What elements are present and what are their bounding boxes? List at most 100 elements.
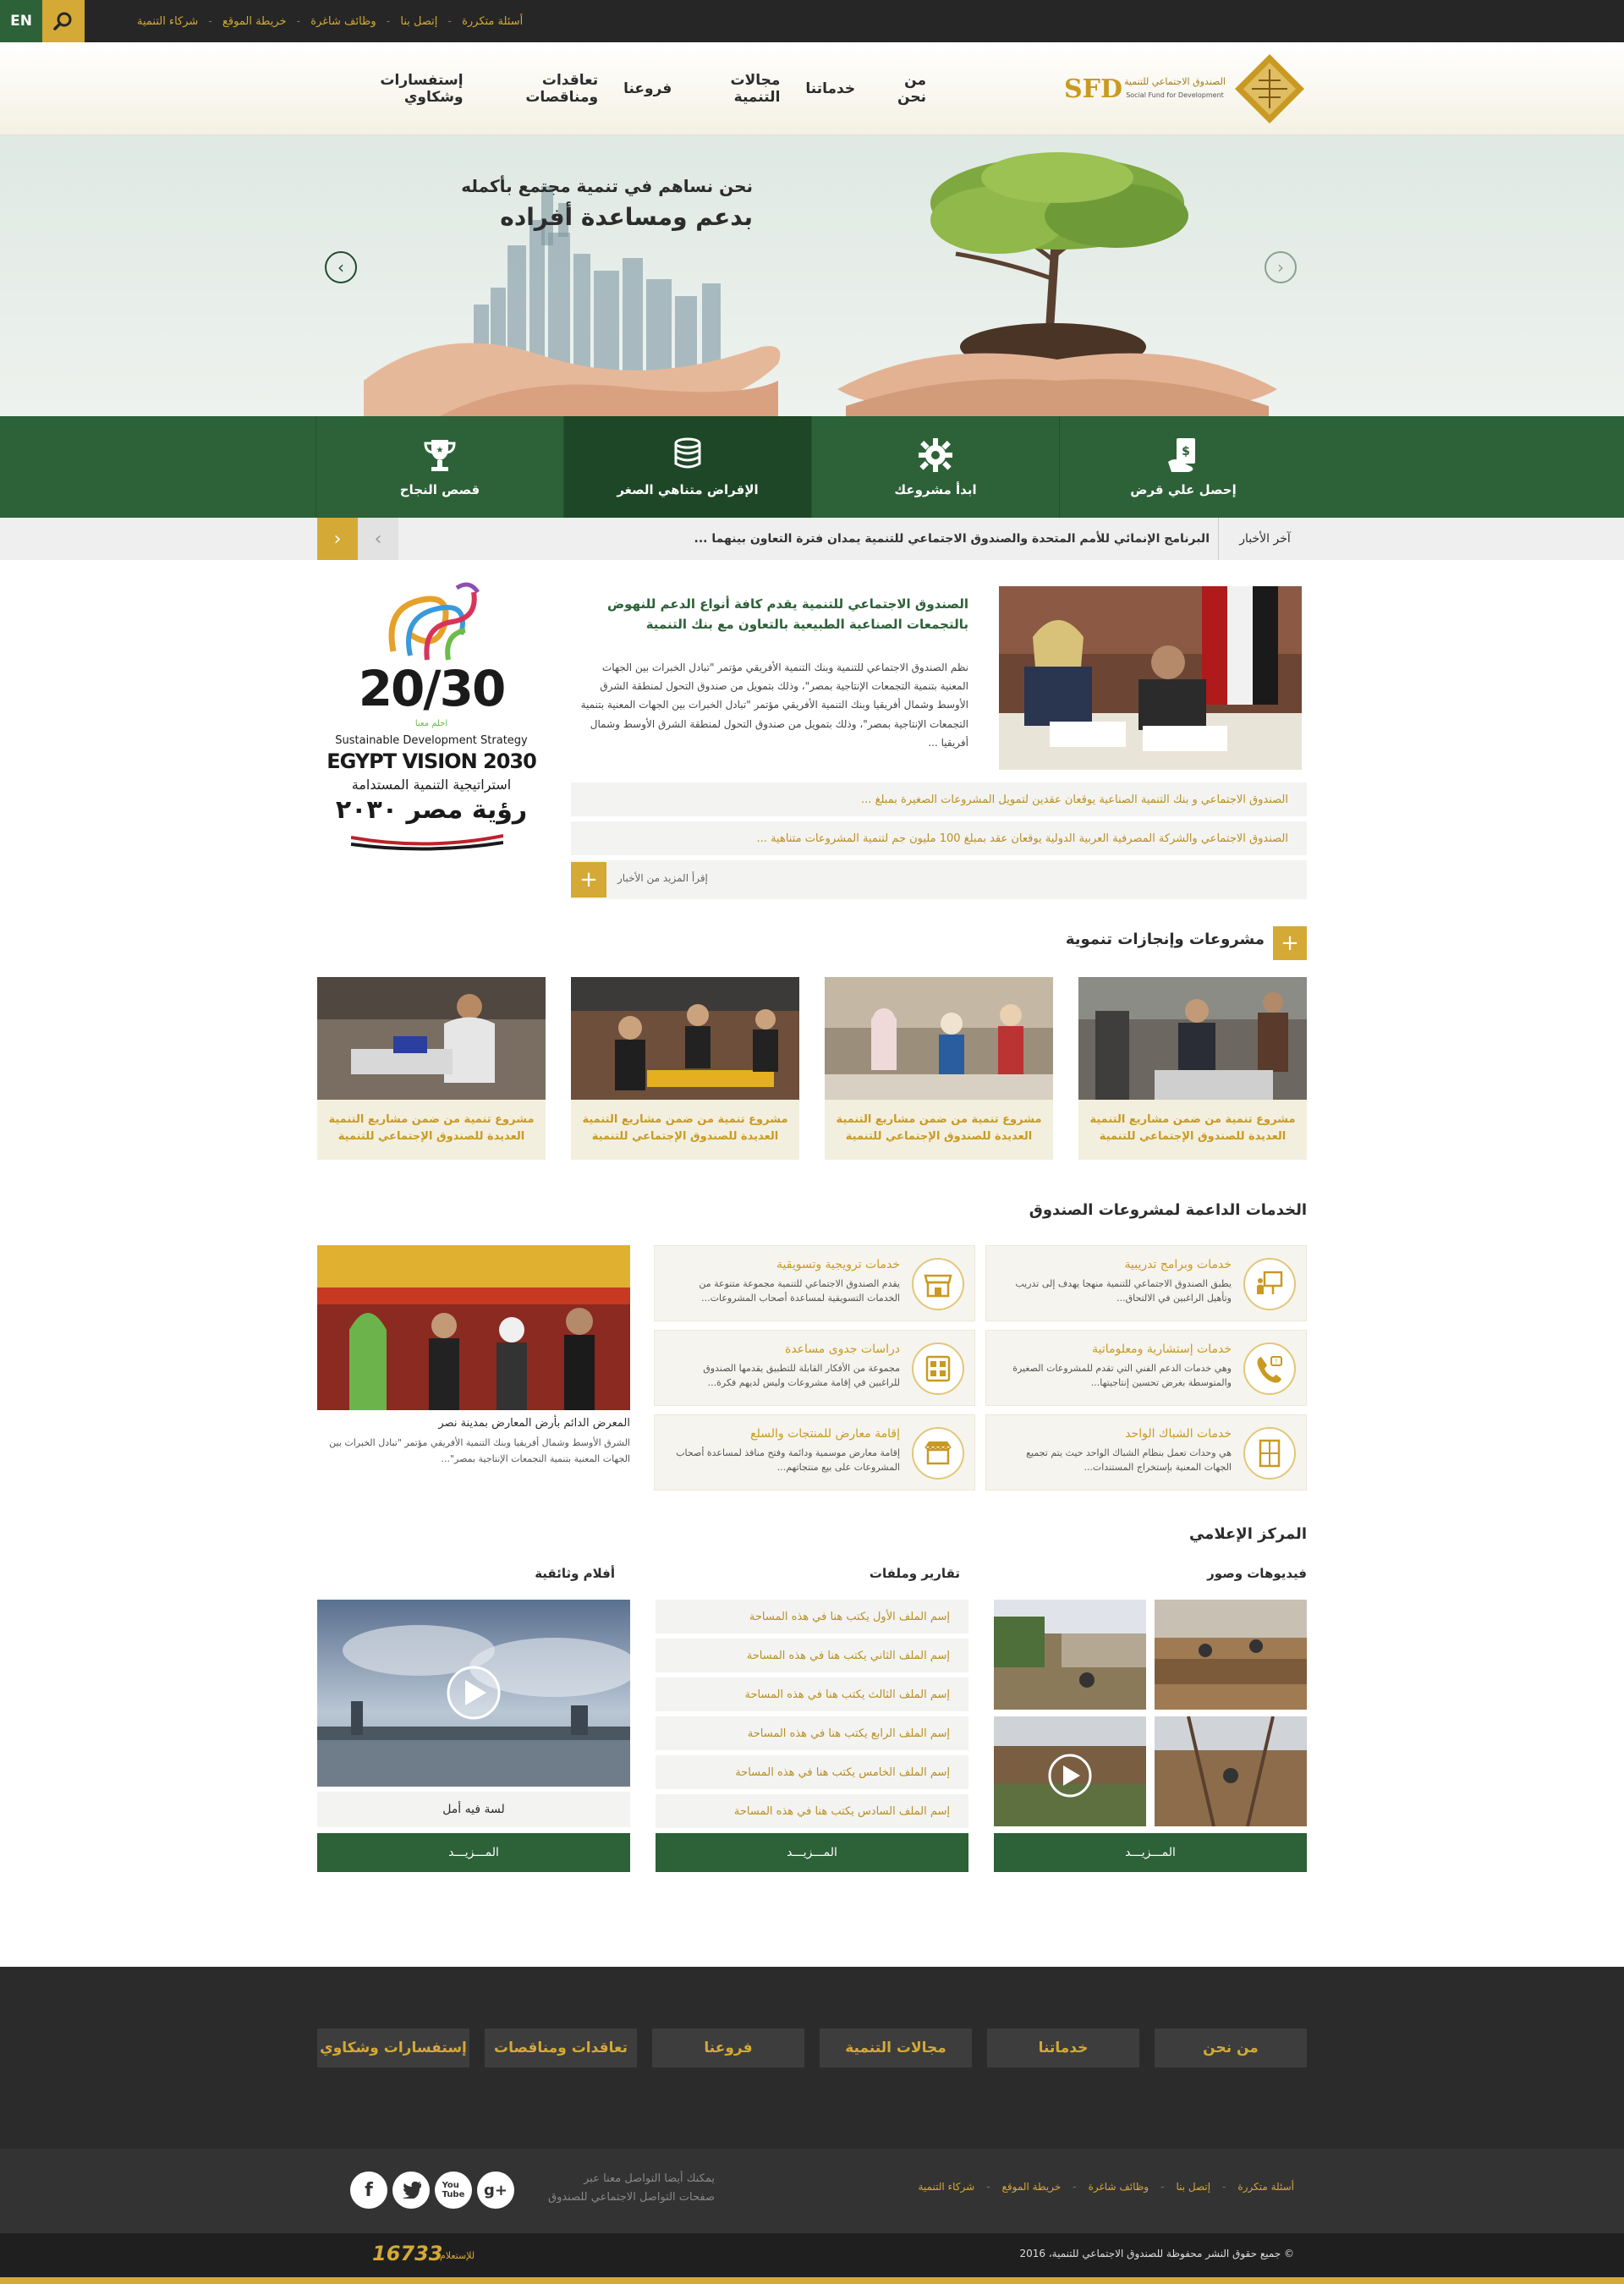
files-more-button[interactable]: المـــزيـــد xyxy=(656,1833,968,1872)
tile-start-project[interactable]: ابدأ مشروعك xyxy=(811,416,1059,518)
more-news-link[interactable]: إقرأ المزيد من الأخبار xyxy=(617,872,708,884)
market-stall-icon xyxy=(924,1441,952,1465)
facebook-icon[interactable]: f xyxy=(350,2171,387,2209)
project-card[interactable]: مشروع تنمية من ضمن مشاريع التنمية العديد… xyxy=(571,977,799,1160)
service-item-feasibility[interactable]: دراسات جدوى مساعدة مجموعة من الأفكار الق… xyxy=(654,1330,975,1406)
file-item-text: إسم الملف الثالث يكتب هنا في هذه المساحة xyxy=(744,1688,950,1701)
film-caption[interactable]: لسة فيه أمل xyxy=(317,1792,630,1827)
top-link-contact[interactable]: إتصل بنا xyxy=(400,15,437,28)
coins-icon xyxy=(674,437,701,469)
vision-2030-banner[interactable]: 20/30 احلم معنا Sustainable Development … xyxy=(317,575,546,871)
film-video[interactable] xyxy=(317,1600,630,1787)
footer-nav-inquiries[interactable]: إستفسارات وشكاوي xyxy=(317,2029,469,2067)
service-item-consulting[interactable]: ! خدمات إستشارية ومعلوماتية وهي خدمات ال… xyxy=(985,1330,1307,1406)
top-link-faq[interactable]: أسئلة متكررة xyxy=(462,15,523,28)
loan-icon: $ xyxy=(1168,438,1195,472)
language-switch-button[interactable]: EN xyxy=(0,0,42,42)
footer-link-sitemap[interactable]: خريطة الموقع xyxy=(1002,2181,1062,2193)
feature-news-image[interactable] xyxy=(999,586,1302,770)
top-bar: EN شركاء التنمية - خريطة الموقع - وظائف شا… xyxy=(0,0,1624,42)
file-item[interactable]: إسم الملف الخامس يكتب هنا في هذه المساحة xyxy=(656,1755,968,1789)
exhibition-text: الشرق الأوسط وشمال أفريقيا وبنك التنمية … xyxy=(329,1437,630,1464)
ticker-text[interactable]: البرنامج الإنمائي للأمم المتحدة والصندوق… xyxy=(474,518,1210,560)
nav-services[interactable]: خدماتنا xyxy=(805,80,855,97)
service-desc: إقامة معارض موسمية ودائمة وفتح منافذ لمس… xyxy=(676,1447,900,1474)
projects-more-button[interactable]: + xyxy=(1273,926,1307,960)
file-item[interactable]: إسم الملف الرابع يكتب هنا في هذه المساحة xyxy=(656,1716,968,1750)
more-news-button[interactable]: + xyxy=(571,862,606,898)
news-ticker: آخر الأخبار البرنامج الإنمائي للأمم المت… xyxy=(0,518,1624,560)
videos-more-button[interactable]: المـــزيـــد xyxy=(994,1833,1307,1872)
file-item[interactable]: إسم الملف السادس يكتب هنا في هذه المساحة xyxy=(656,1794,968,1828)
footer-nav-services[interactable]: خدماتنا xyxy=(987,2029,1139,2067)
hero-next-button[interactable]: › xyxy=(1265,251,1297,283)
hero-slider: نحن نساهم في تنمية مجتمع بأكمله بدعم ومس… xyxy=(0,135,1624,416)
footer-link-jobs[interactable]: وظائف شاغرة xyxy=(1089,2181,1149,2193)
file-item[interactable]: إسم الملف الثالث يكتب هنا في هذه المساحة xyxy=(656,1677,968,1711)
hero-prev-button[interactable]: ‹ xyxy=(325,251,357,283)
tile-get-loan[interactable]: $ إحصل علي قرض xyxy=(1059,416,1307,518)
tile-label: قصص النجاح xyxy=(399,482,480,497)
svg-text:$: $ xyxy=(1182,445,1190,458)
top-link-sitemap[interactable]: خريطة الموقع xyxy=(222,15,287,28)
exhibition-image[interactable] xyxy=(317,1245,630,1410)
vision-ar-1: استراتيجية التنمية المستدامة xyxy=(351,777,512,793)
footer-nav-branches[interactable]: فروعنا xyxy=(652,2029,804,2067)
search-button[interactable] xyxy=(42,0,85,42)
nav-inquiries[interactable]: إستفسارات وشكاوي xyxy=(343,72,463,106)
projects-title: مشروعات وإنجازات تنموية xyxy=(1065,931,1265,948)
news-item[interactable]: الصندوق الاجتماعي والشركة المصرفية العرب… xyxy=(571,821,1307,855)
twitter-icon[interactable] xyxy=(392,2171,430,2209)
tile-microfinance[interactable]: الإقراض متناهي الصغر xyxy=(563,416,811,518)
hotline-number[interactable]: 16733 xyxy=(372,2242,443,2265)
footer-nav-development[interactable]: مجالات التنمية xyxy=(820,2029,972,2067)
service-band: $ إحصل علي قرض ابدأ مشروعك الإقراض متناه… xyxy=(0,416,1624,518)
news-item[interactable]: الصندوق الاجتماعي و بنك التنمية الصناعية… xyxy=(571,782,1307,816)
service-item-marketing[interactable]: خدمات ترويجية وتسويقية يقدم الصندوق الاج… xyxy=(654,1245,975,1321)
ticker-next-button[interactable]: › xyxy=(317,518,358,560)
top-link-partners[interactable]: شركاء التنمية xyxy=(137,15,198,28)
gear-icon xyxy=(919,438,952,472)
vision-en-1: Sustainable Development Strategy xyxy=(335,734,528,747)
service-desc: هي وحدات تعمل بنظام الشباك الواحد حيث يت… xyxy=(1026,1447,1232,1474)
logo[interactable]: SFD الصندوق الاجتماعي للتنمية Social Fun… xyxy=(1064,52,1309,125)
service-item-exhibitions[interactable]: إقامة معارض للمنتجات والسلع إقامة معارض … xyxy=(654,1414,975,1491)
service-item-training[interactable]: خدمات وبرامج تدريبية يطبق الصندوق الاجتم… xyxy=(985,1245,1307,1321)
service-item-one-stop[interactable]: خدمات الشباك الواحد هي وحدات تعمل بنظام … xyxy=(985,1414,1307,1491)
file-item-text: إسم الملف الرابع يكتب هنا في هذه المساحة xyxy=(747,1727,950,1740)
gallery-thumb[interactable] xyxy=(994,1600,1146,1710)
file-item-text: إسم الملف الثاني يكتب هنا في هذه المساحة xyxy=(746,1649,950,1662)
file-item[interactable]: إسم الملف الثاني يكتب هنا في هذه المساحة xyxy=(656,1639,968,1672)
nav-tenders[interactable]: تعاقدات ومناقصات xyxy=(489,72,598,106)
nav-development[interactable]: مجالات التنمية xyxy=(697,72,781,106)
gallery-thumb[interactable] xyxy=(1155,1600,1307,1710)
feature-news-title[interactable]: الصندوق الاجتماعي للتنمية يقدم كافة أنوا… xyxy=(571,594,968,634)
footer-links-area xyxy=(0,2149,1624,2233)
ticker-prev-button[interactable]: ‹ xyxy=(358,518,398,560)
footer-nav-about[interactable]: من نحن xyxy=(1155,2029,1307,2067)
exhibition-title[interactable]: المعرض الدائم بأرض المعارض بمدينة نصر xyxy=(317,1417,630,1430)
service-heading: إقامة معارض للمنتجات والسلع xyxy=(750,1427,900,1441)
footer-link-partners[interactable]: شركاء التنمية xyxy=(918,2181,974,2193)
gallery-thumb[interactable] xyxy=(1155,1716,1307,1826)
ticker-label: آخر الأخبار xyxy=(1218,518,1311,560)
project-card[interactable]: مشروع تنمية من ضمن مشاريع التنمية العديد… xyxy=(825,977,1053,1160)
footer-link-contact[interactable]: إتصل بنا xyxy=(1176,2181,1210,2193)
google-plus-icon[interactable]: g+ xyxy=(477,2171,514,2209)
top-link-jobs[interactable]: وظائف شاغرة xyxy=(310,15,376,28)
youtube-icon[interactable]: You Tube xyxy=(435,2171,472,2209)
news-item-text: الصندوق الاجتماعي و بنك التنمية الصناعية… xyxy=(861,793,1288,806)
footer-link-faq[interactable]: أسئلة متكررة xyxy=(1237,2181,1294,2193)
file-item[interactable]: إسم الملف الأول يكتب هنا في هذه المساحة xyxy=(656,1600,968,1633)
tile-success-stories[interactable]: ★ قصص النجاح xyxy=(315,416,563,518)
gallery-video-thumb[interactable] xyxy=(994,1716,1146,1826)
project-card[interactable]: مشروع تنمية من ضمن مشاريع التنمية العديد… xyxy=(317,977,546,1160)
plus-icon: + xyxy=(1281,931,1299,956)
svg-text:!: ! xyxy=(1275,1358,1277,1365)
footer-nav-tenders[interactable]: تعاقدات ومناقصات xyxy=(485,2029,637,2067)
nav-branches[interactable]: فروعنا xyxy=(623,80,672,97)
nav-about[interactable]: من نحن xyxy=(881,72,926,106)
films-more-button[interactable]: المـــزيـــد xyxy=(317,1833,630,1872)
project-card[interactable]: مشروع تنمية من ضمن مشاريع التنمية العديد… xyxy=(1078,977,1307,1160)
vision-swirl-icon xyxy=(388,582,480,661)
